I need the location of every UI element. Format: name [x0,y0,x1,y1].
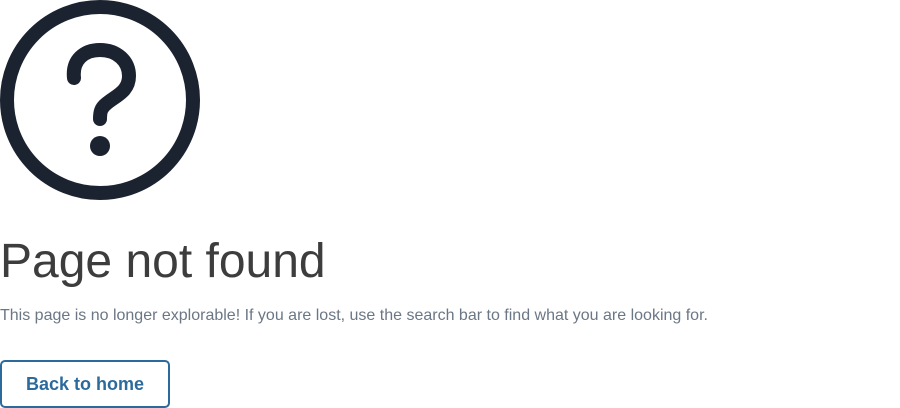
question-mark-circle-icon [0,0,200,200]
back-to-home-button[interactable]: Back to home [0,360,170,408]
page-title: Page not found [0,235,326,288]
question-mark-circle-graphic [0,0,200,200]
error-description: This page is no longer explorable! If yo… [0,307,708,324]
